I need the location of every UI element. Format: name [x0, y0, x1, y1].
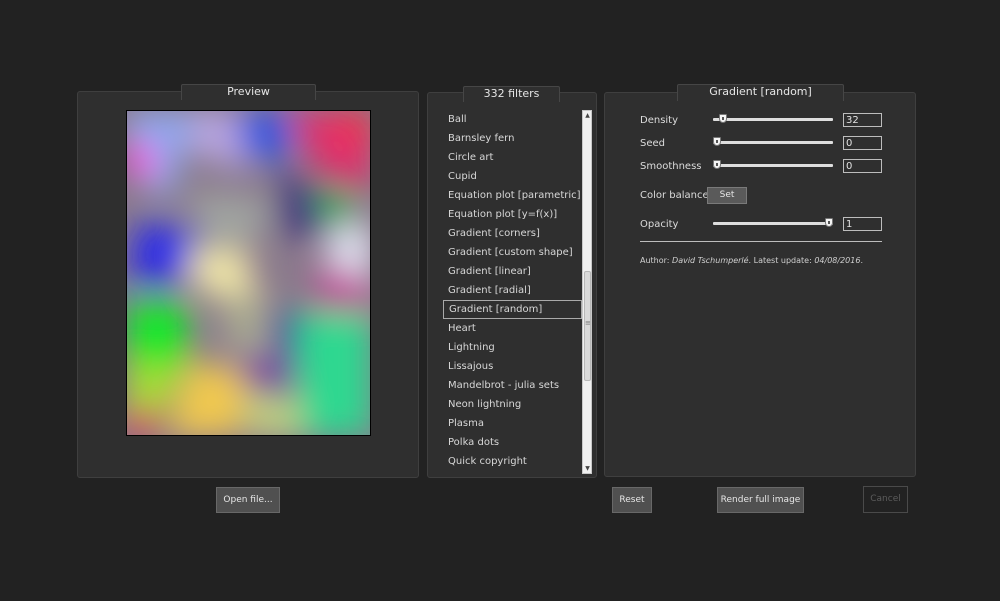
opacity-slider-track[interactable] [713, 222, 833, 225]
color-balance-label: Color balance [640, 190, 709, 201]
gradient-preview-graphic [127, 111, 370, 435]
update-prefix: . Latest update: [748, 256, 815, 265]
density-input[interactable] [843, 113, 882, 127]
scroll-thumb[interactable]: ≡ [584, 271, 591, 381]
filter-list-item[interactable]: Mandelbrot - julia sets [443, 376, 582, 395]
filter-list-item[interactable]: Equation plot [y=f(x)] [443, 205, 582, 224]
filter-list-item[interactable]: Gradient [custom shape] [443, 243, 582, 262]
filter-list-item[interactable]: Gradient [linear] [443, 262, 582, 281]
update-suffix: . [860, 256, 863, 265]
density-slider-handle[interactable] [718, 114, 727, 123]
smoothness-label: Smoothness [640, 161, 702, 172]
filter-list[interactable]: Ball Barnsley fern Circle art Cupid Equation… [443, 110, 582, 474]
filter-list-item[interactable]: Plasma [443, 414, 582, 433]
filter-list-item[interactable]: Gradient [corners] [443, 224, 582, 243]
filter-list-scrollbar[interactable]: ▲ ≡ ▼ [582, 110, 592, 474]
filter-list-item[interactable]: Barnsley fern [443, 129, 582, 148]
author-prefix: Author: [640, 256, 673, 265]
filter-list-item[interactable]: Cupid [443, 167, 582, 186]
preview-image[interactable] [126, 110, 371, 436]
update-date: 04/08/2016 [814, 256, 861, 265]
reset-button[interactable]: Reset [612, 487, 652, 513]
filter-list-item[interactable]: Lightning [443, 338, 582, 357]
filter-list-item[interactable]: Circle art [443, 148, 582, 167]
density-label: Density [640, 115, 679, 126]
filter-name-title: Gradient [random] [677, 84, 844, 101]
seed-slider-handle[interactable] [713, 137, 721, 146]
filter-list-item[interactable]: Polka dots [443, 433, 582, 452]
filter-list-item[interactable]: Quick copyright [443, 452, 582, 471]
cancel-button[interactable]: Cancel [863, 486, 908, 513]
smoothness-input[interactable] [843, 159, 882, 173]
filter-list-item[interactable]: Neon lightning [443, 395, 582, 414]
render-full-image-button[interactable]: Render full image [717, 487, 804, 513]
filter-list-item[interactable]: Lissajous [443, 357, 582, 376]
filter-list-item[interactable]: Gradient [radial] [443, 281, 582, 300]
author-name: David Tschumperlé [672, 256, 749, 265]
scroll-grip-icon: ≡ [585, 319, 591, 327]
parameters-separator [640, 241, 882, 242]
opacity-input[interactable] [843, 217, 882, 231]
scroll-up-arrow-icon[interactable]: ▲ [584, 111, 591, 120]
author-info: Author: David Tschumperlé. Latest update… [640, 256, 863, 265]
smoothness-slider-handle[interactable] [713, 160, 721, 169]
smoothness-slider-track[interactable] [713, 164, 833, 167]
opacity-slider-handle[interactable] [825, 218, 833, 227]
filter-list-item[interactable]: Ball [443, 110, 582, 129]
filters-count-title: 332 filters [463, 86, 560, 102]
seed-input[interactable] [843, 136, 882, 150]
preview-title: Preview [181, 84, 316, 100]
filter-list-item[interactable]: Equation plot [parametric] [443, 186, 582, 205]
filter-list-item[interactable]: Gradient [random] [443, 300, 582, 319]
density-slider-track[interactable] [713, 118, 833, 121]
filter-list-item[interactable]: Heart [443, 319, 582, 338]
color-balance-set-button[interactable]: Set [707, 187, 747, 204]
open-file-button[interactable]: Open file... [216, 487, 280, 513]
seed-label: Seed [640, 138, 665, 149]
seed-slider-track[interactable] [713, 141, 833, 144]
opacity-label: Opacity [640, 219, 679, 230]
scroll-down-arrow-icon[interactable]: ▼ [584, 464, 591, 473]
